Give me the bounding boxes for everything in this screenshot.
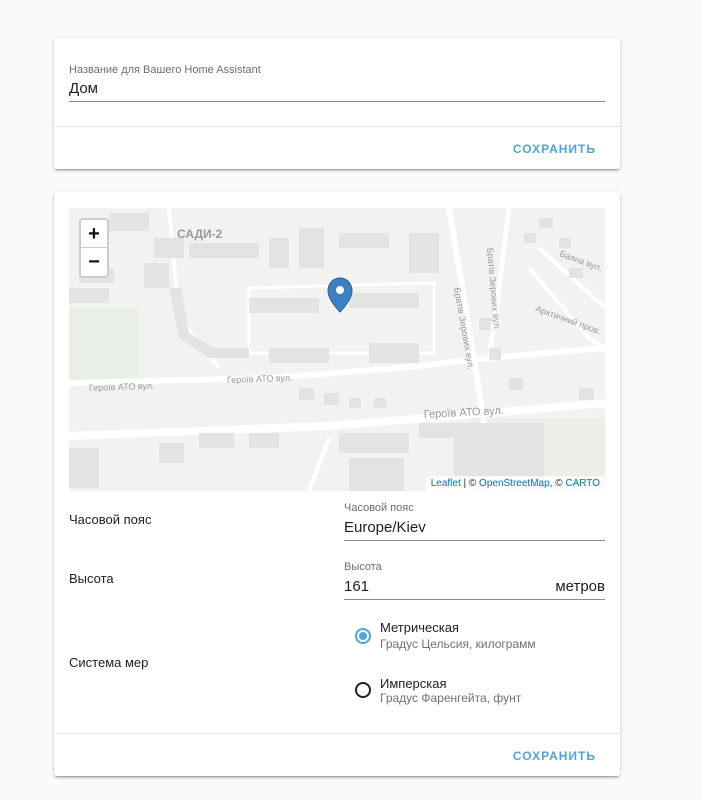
timezone-field-label: Часовой пояс: [344, 502, 414, 514]
zoom-in-button[interactable]: +: [81, 220, 107, 248]
unit-system-row-label: Система мер: [69, 655, 149, 670]
metric-radio[interactable]: [355, 628, 371, 644]
timezone-row-label: Часовой пояс: [69, 512, 152, 527]
metric-radio-label: Метрическая: [380, 620, 459, 635]
zoom-out-button[interactable]: −: [81, 248, 107, 276]
carto-link[interactable]: CARTO: [565, 478, 600, 489]
name-input[interactable]: Дом: [69, 80, 98, 97]
elevation-field-label: Высота: [344, 561, 382, 573]
card-divider: [54, 733, 620, 734]
save-location-button[interactable]: СОХРАНИТЬ: [511, 745, 598, 767]
general-settings-card: Название для Вашего Home Assistant Дом С…: [54, 38, 620, 169]
imperial-radio-sublabel: Градус Фаренгейта, фунт: [380, 691, 522, 705]
zoom-control: + −: [79, 218, 109, 278]
elevation-row-label: Высота: [69, 571, 114, 586]
attribution-separator: , ©: [549, 478, 566, 489]
card-divider: [54, 126, 620, 127]
location-settings-card: САДИ-2 Героїв АТО вул. Героїв АТО вул. Г…: [54, 192, 620, 776]
map-attribution: Leaflet | © OpenStreetMap, © CARTO: [425, 476, 605, 491]
osm-link[interactable]: OpenStreetMap: [479, 478, 550, 489]
leaflet-link[interactable]: Leaflet: [431, 478, 461, 489]
elevation-suffix: метров: [555, 578, 605, 595]
map-tiles: САДИ-2 Героїв АТО вул. Героїв АТО вул. Г…: [69, 208, 605, 491]
attribution-separator: | ©: [460, 478, 480, 489]
map-label-district: САДИ-2: [177, 227, 223, 241]
location-map[interactable]: САДИ-2 Героїв АТО вул. Героїв АТО вул. Г…: [69, 208, 605, 491]
metric-radio-sublabel: Градус Цельсия, килограмм: [380, 637, 536, 651]
elevation-input[interactable]: 161: [344, 578, 369, 595]
imperial-radio-label: Имперская: [380, 676, 447, 691]
timezone-input-underline: [344, 540, 605, 541]
name-field-label: Название для Вашего Home Assistant: [69, 64, 261, 76]
elevation-input-underline: [344, 599, 605, 600]
name-input-underline: [69, 101, 605, 102]
imperial-radio[interactable]: [355, 682, 371, 698]
timezone-input[interactable]: Europe/Kiev: [344, 519, 426, 536]
save-general-button[interactable]: СОХРАНИТЬ: [511, 138, 598, 160]
